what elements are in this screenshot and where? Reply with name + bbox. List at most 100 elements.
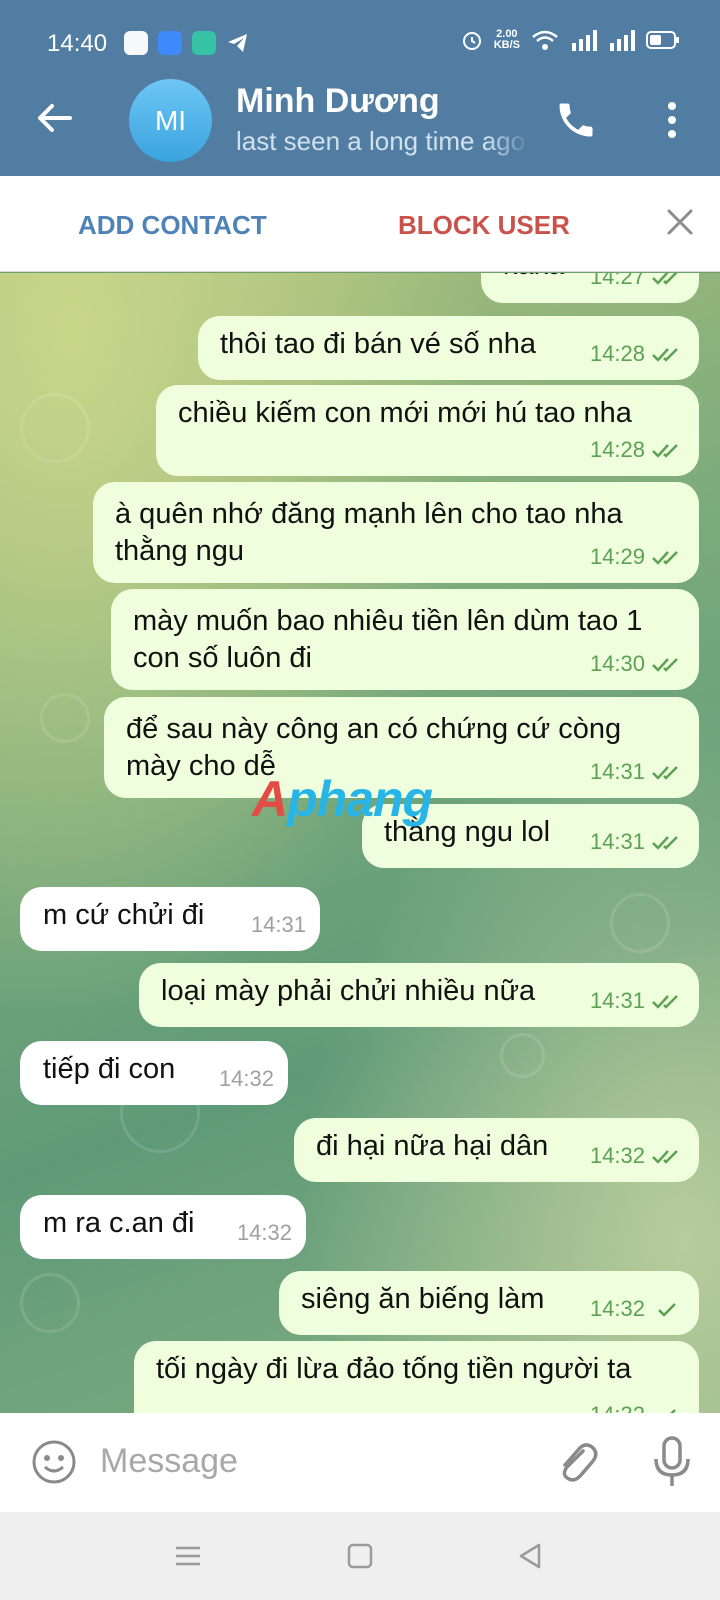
double-check-icon bbox=[652, 835, 678, 850]
double-check-icon bbox=[652, 657, 678, 672]
phone-icon[interactable] bbox=[554, 98, 598, 142]
app-icon bbox=[192, 31, 216, 55]
message-meta: 14:28 bbox=[590, 335, 685, 372]
message-bubble[interactable]: m ra c.an đi 14:32 bbox=[20, 1195, 306, 1259]
recent-apps-icon[interactable] bbox=[174, 1542, 202, 1570]
wallpaper-doodle bbox=[500, 1033, 545, 1078]
message-composer: Message bbox=[0, 1413, 720, 1512]
wifi-icon bbox=[532, 30, 558, 50]
double-check-icon bbox=[652, 443, 678, 458]
message-time: 14:32 bbox=[236, 1220, 292, 1245]
message-text: siêng ăn biếng làm bbox=[301, 1283, 545, 1315]
message-bubble[interactable]: m cứ chửi đi 14:31 bbox=[20, 887, 320, 951]
message-text: tối ngày đi lừa đảo tống tiền người ta bbox=[156, 1353, 632, 1385]
contact-action-bar: ADD CONTACT BLOCK USER bbox=[0, 176, 720, 272]
status-bar: 14:40 2.00 KB/S bbox=[0, 0, 720, 86]
message-bubble[interactable]: mày muốn bao nhiêu tiền lên dùm tao 1 co… bbox=[111, 589, 699, 690]
double-check-icon bbox=[652, 273, 678, 285]
message-meta: 14:30 bbox=[590, 645, 685, 682]
message-time: 14:31 bbox=[589, 759, 645, 784]
message-text: m cứ chửi đi bbox=[43, 899, 205, 931]
message-time: 14:31 bbox=[589, 829, 645, 854]
message-time: 14:27 bbox=[589, 273, 645, 289]
signal-icon bbox=[610, 30, 635, 51]
wallpaper-doodle bbox=[610, 893, 670, 953]
back-nav-icon[interactable] bbox=[516, 1542, 544, 1570]
message-meta: 14:31 bbox=[590, 823, 685, 860]
signal-icon bbox=[572, 30, 597, 51]
message-bubble[interactable]: à quên nhớ đăng mạnh lên cho tao nha thằ… bbox=[93, 482, 699, 583]
contact-name[interactable]: Minh Dương bbox=[236, 82, 440, 121]
message-input[interactable]: Message bbox=[100, 1442, 238, 1481]
message-time: 14:29 bbox=[589, 544, 645, 569]
message-meta: 14:31 bbox=[590, 753, 685, 790]
attach-icon[interactable] bbox=[553, 1437, 599, 1487]
network-speed: 2.00 KB/S bbox=[494, 29, 520, 51]
message-time: 14:30 bbox=[589, 651, 645, 676]
chat-header: 14:40 2.00 KB/S MI Minh Dương last seen … bbox=[0, 0, 720, 176]
app-icon bbox=[124, 31, 148, 55]
message-meta: 14:32 bbox=[237, 1214, 292, 1251]
add-contact-button[interactable]: ADD CONTACT bbox=[78, 210, 267, 241]
message-meta: 14:32 bbox=[590, 1290, 685, 1327]
message-bubble[interactable]: loại mày phải chửi nhiều nữa 14:31 bbox=[139, 963, 699, 1027]
speed-unit: KB/S bbox=[493, 39, 520, 51]
message-text: loại mày phải chửi nhiều nữa bbox=[161, 975, 536, 1007]
double-check-icon bbox=[652, 994, 678, 1009]
system-navigation-bar bbox=[0, 1512, 720, 1600]
block-user-button[interactable]: BLOCK USER bbox=[398, 210, 570, 241]
home-icon[interactable] bbox=[346, 1542, 374, 1570]
back-arrow-icon[interactable] bbox=[32, 96, 76, 140]
message-bubble[interactable]: chiều kiếm con mới mới hú tao nha 14:28 bbox=[156, 385, 699, 476]
message-time: 14:32 bbox=[590, 1396, 645, 1413]
message-bubble[interactable]: kaka 14:27 bbox=[481, 273, 699, 303]
message-time: 14:32 bbox=[589, 1296, 645, 1321]
message-text: đi hại nữa hại dân bbox=[316, 1130, 549, 1162]
battery-icon bbox=[646, 31, 679, 49]
message-text: kaka bbox=[503, 273, 564, 284]
more-options-icon[interactable] bbox=[657, 99, 687, 141]
message-bubble[interactable]: tiếp đi con 14:32 bbox=[20, 1041, 288, 1105]
message-time: 14:32 bbox=[589, 1143, 645, 1168]
message-text: chiều kiếm con mới mới hú tao nha bbox=[178, 397, 632, 429]
wallpaper-doodle bbox=[20, 1273, 80, 1333]
message-meta: 14:32 bbox=[590, 1396, 685, 1413]
watermark-part: phang bbox=[287, 771, 433, 827]
message-time: 14:28 bbox=[589, 437, 645, 462]
message-meta: 14:32 bbox=[590, 1137, 685, 1174]
message-text: m ra c.an đi bbox=[43, 1207, 195, 1239]
watermark-part: A bbox=[252, 771, 288, 827]
double-check-icon bbox=[652, 347, 678, 362]
message-meta: 14:28 bbox=[590, 431, 685, 468]
message-list[interactable]: kaka 14:27 thôi tao đi bán vé số nha 14:… bbox=[0, 273, 720, 1413]
single-check-icon bbox=[669, 1408, 676, 1413]
system-icons: 2.00 KB/S bbox=[460, 28, 680, 52]
message-meta: 14:32 bbox=[219, 1060, 274, 1097]
wallpaper-doodle bbox=[40, 693, 90, 743]
message-time: 14:32 bbox=[218, 1066, 274, 1091]
notification-icons bbox=[124, 31, 250, 55]
message-text: thôi tao đi bán vé số nha bbox=[220, 328, 537, 360]
alarm-icon bbox=[462, 32, 481, 50]
telegram-icon bbox=[228, 34, 247, 52]
message-meta: 14:29 bbox=[590, 538, 685, 575]
wallpaper-doodle bbox=[20, 393, 90, 463]
microphone-icon[interactable] bbox=[652, 1435, 692, 1489]
app-icon bbox=[158, 31, 182, 55]
double-check-icon bbox=[652, 550, 678, 565]
message-bubble[interactable]: đi hại nữa hại dân 14:32 bbox=[294, 1118, 699, 1182]
message-text: tiếp đi con bbox=[43, 1053, 176, 1085]
last-seen-status: last seen a long time ago bbox=[236, 126, 526, 156]
message-meta: 14:27 bbox=[590, 273, 685, 295]
close-icon[interactable] bbox=[666, 208, 694, 236]
single-check-icon bbox=[658, 1302, 676, 1317]
double-check-icon bbox=[652, 765, 678, 780]
avatar[interactable]: MI bbox=[129, 79, 212, 162]
message-meta: 14:31 bbox=[590, 982, 685, 1019]
message-bubble[interactable]: tối ngày đi lừa đảo tống tiền người ta 1… bbox=[134, 1341, 699, 1413]
message-bubble[interactable]: siêng ăn biếng làm 14:32 bbox=[279, 1271, 699, 1335]
message-time: 14:28 bbox=[589, 341, 645, 366]
message-meta: 14:31 bbox=[251, 906, 306, 943]
emoji-icon[interactable] bbox=[31, 1439, 77, 1485]
message-bubble[interactable]: thôi tao đi bán vé số nha 14:28 bbox=[198, 316, 699, 380]
